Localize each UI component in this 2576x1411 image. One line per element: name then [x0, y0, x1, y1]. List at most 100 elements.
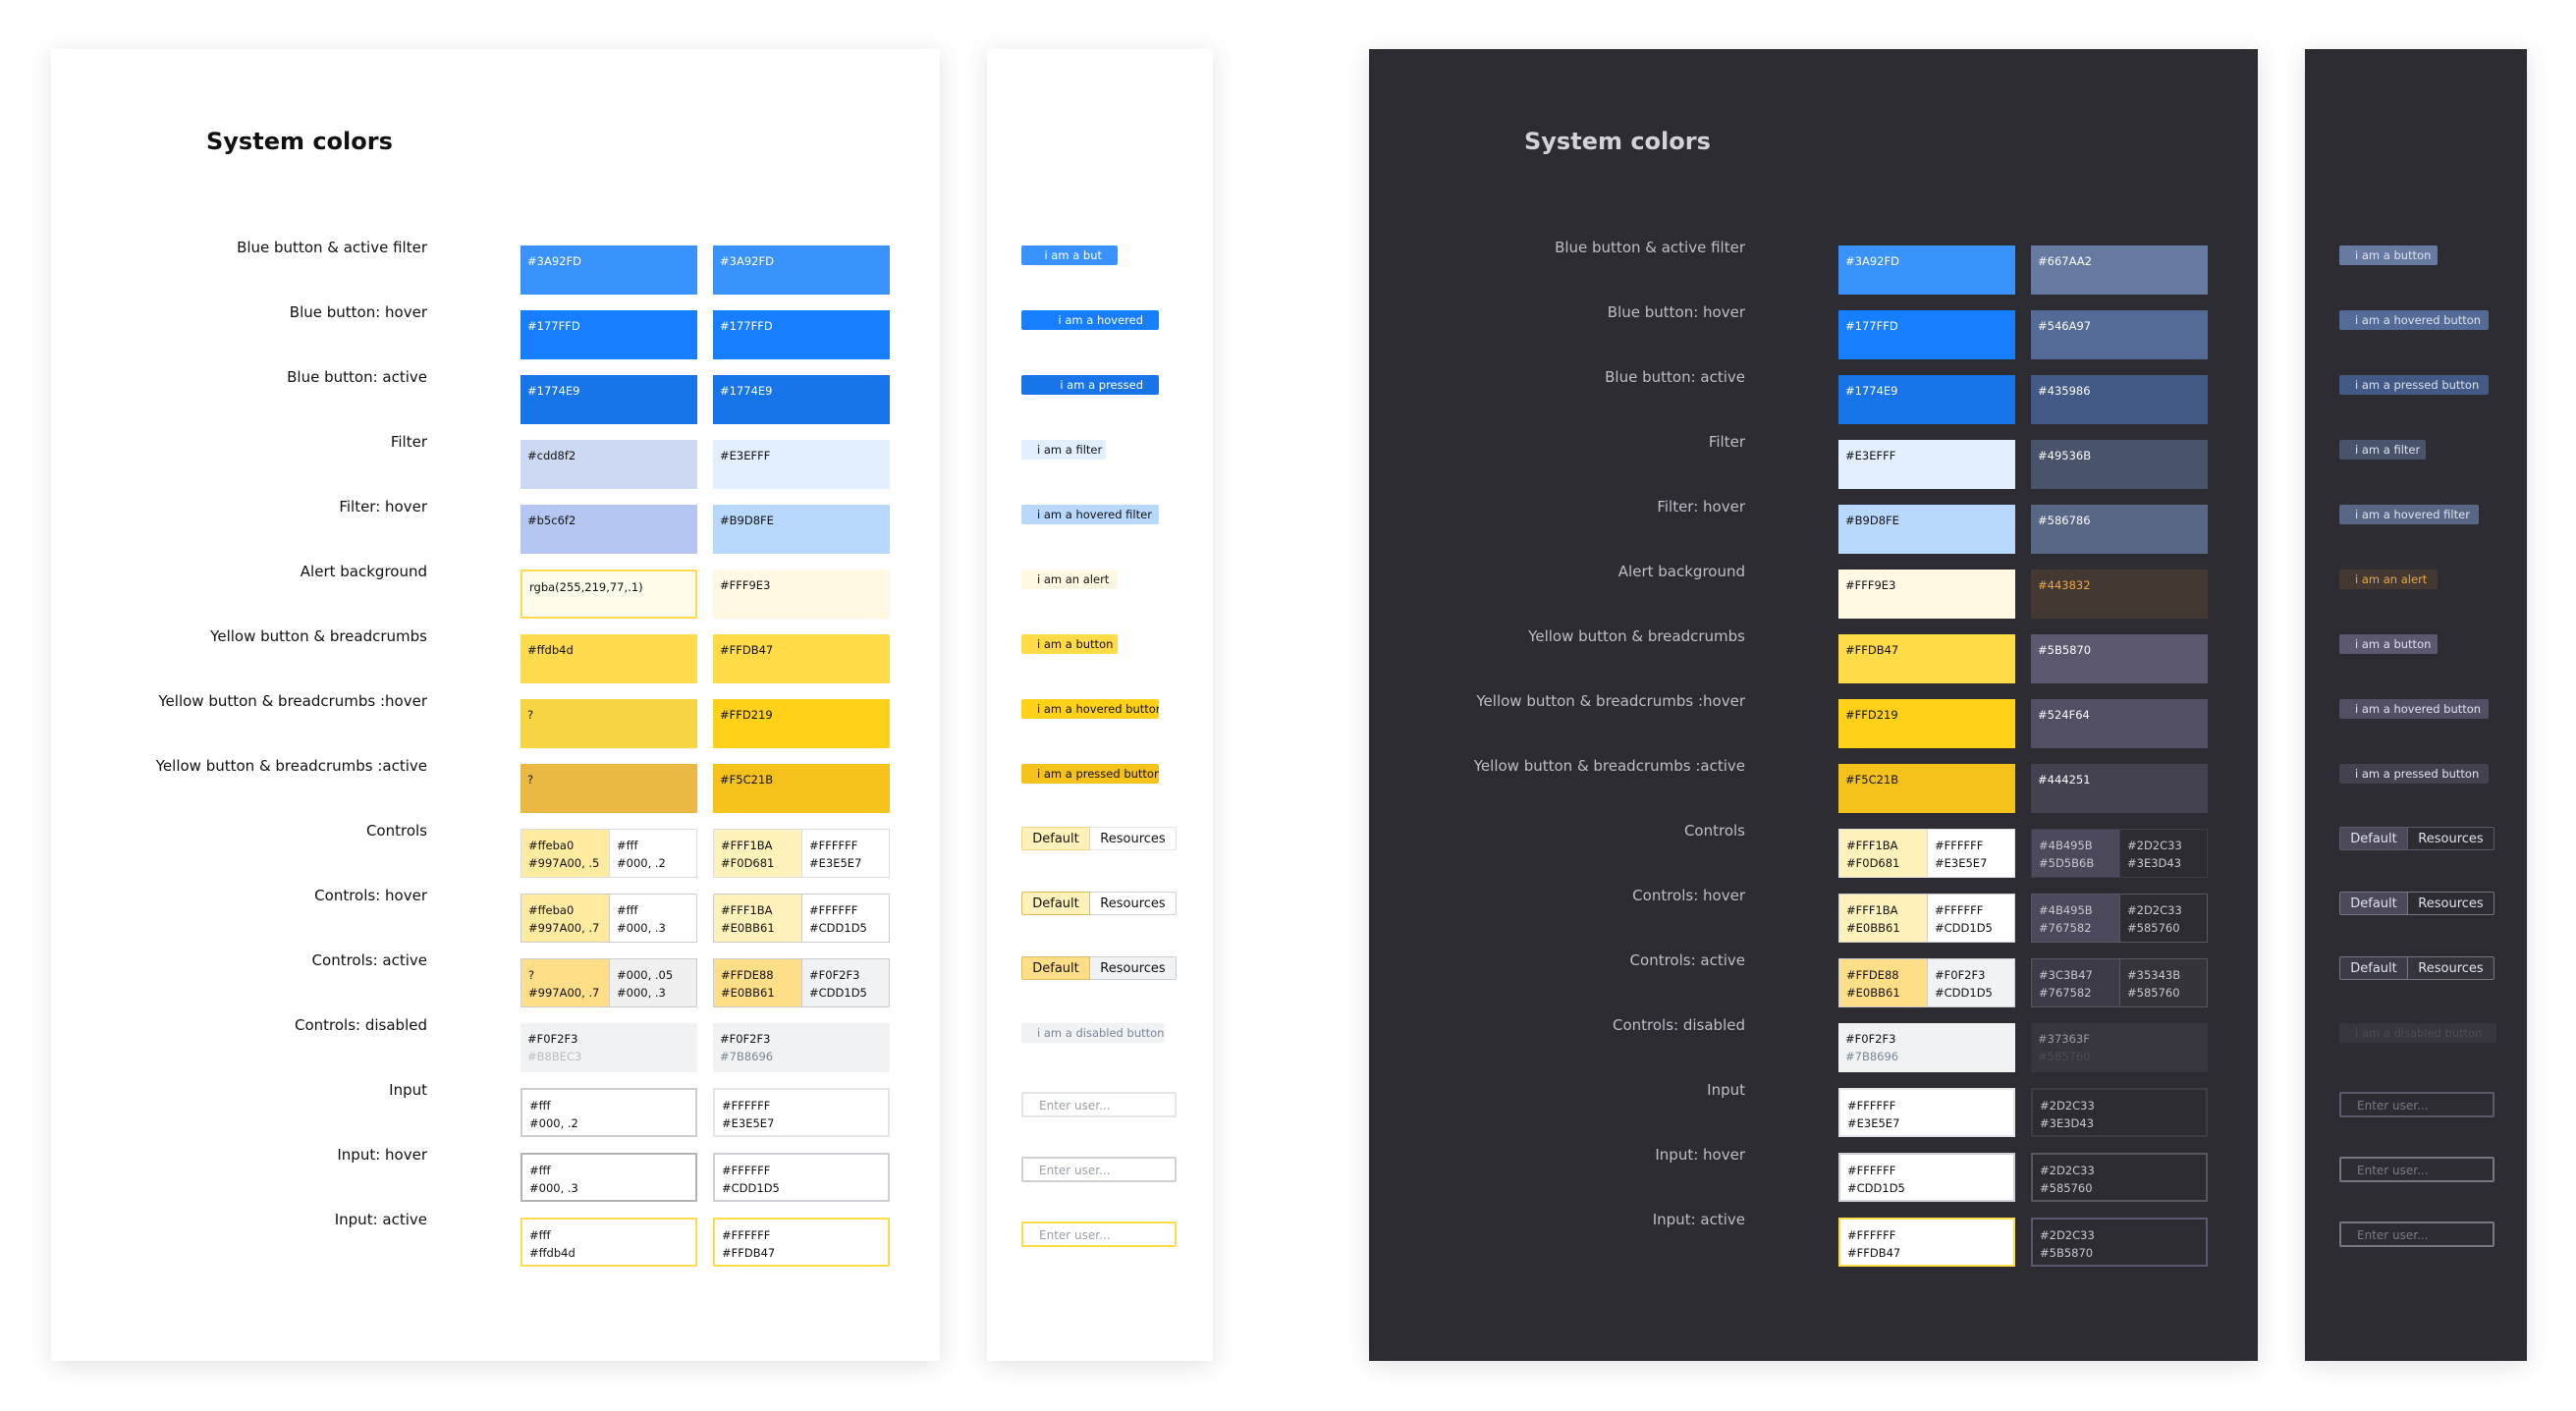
sample-button[interactable]: i am a hovered button: [2339, 310, 2489, 330]
sample-button[interactable]: i am a hovered button: [2339, 699, 2489, 719]
color-swatch: #B9D8FE: [1838, 505, 2015, 554]
swatch-code: ?: [528, 968, 535, 982]
swatch-code: #E3E5E7: [809, 856, 862, 870]
sample-button[interactable]: i am a pressed button: [2339, 764, 2489, 784]
dark-components-panel: i am a button i am a hovered button i am a…: [2305, 49, 2527, 1361]
swatch-code: #FFFFFF: [1847, 1164, 1896, 1177]
sample-button[interactable]: i am a hovered filter: [1021, 505, 1159, 524]
swatch-code: #E0BB61: [721, 921, 775, 935]
swatch-code: #fff: [617, 903, 638, 917]
swatch-part: #443832: [2031, 570, 2208, 619]
color-swatch: #49536B: [2031, 440, 2208, 489]
swatch-code: #FFFFFF: [809, 903, 858, 917]
sample-button[interactable]: i am a pressed: [1021, 375, 1159, 395]
sample-button[interactable]: i am a button: [2339, 634, 2438, 654]
sample-button[interactable]: i am a filter: [1021, 440, 1106, 460]
swatch-part: #fff #000, .3: [522, 1155, 695, 1200]
swatch-code: #000, .3: [617, 921, 666, 935]
row-label: Blue button & active filter: [1555, 239, 1745, 256]
sample-button[interactable]: i am a hovered: [1021, 310, 1159, 330]
user-input[interactable]: Enter user...: [2339, 1157, 2494, 1182]
row-label: Filter: hover: [339, 498, 427, 516]
swatch-code: #767582: [2039, 921, 2092, 935]
user-input[interactable]: Enter user...: [1021, 1157, 1177, 1182]
user-input[interactable]: Enter user...: [2339, 1221, 2494, 1247]
tab-segmented-control: Default Resources: [2339, 892, 2494, 915]
swatch-code: #FFFFFF: [722, 1228, 771, 1242]
row-label: Yellow button & breadcrumbs: [1528, 627, 1745, 645]
user-input[interactable]: Enter user...: [1021, 1221, 1177, 1247]
swatch-code: #FFFFFF: [722, 1164, 771, 1177]
tab-segmented-control: Default Resources: [1021, 956, 1177, 980]
color-swatch: #546A97: [2031, 310, 2208, 359]
disabled-button: i am a disabled button: [2339, 1023, 2496, 1043]
tab-default[interactable]: Default: [2339, 892, 2408, 915]
sample-button[interactable]: i am an alert: [2339, 570, 2438, 589]
tab-resources[interactable]: Resources: [1090, 827, 1177, 850]
swatch-part: #FFFFFF #FFDB47: [715, 1220, 888, 1265]
swatch-part: #B9D8FE: [713, 505, 890, 554]
color-swatch: #3A92FD: [713, 245, 890, 295]
swatch-code: #ffeba0: [528, 903, 575, 917]
user-input[interactable]: Enter user...: [1021, 1092, 1177, 1117]
swatch-code: #F0F2F3: [809, 968, 860, 982]
tab-resources[interactable]: Resources: [2408, 892, 2494, 915]
tab-resources[interactable]: Resources: [1090, 956, 1177, 980]
swatch-part: #FFFFFF #E3E5E7: [715, 1090, 888, 1135]
sample-button[interactable]: i am a but: [1021, 245, 1118, 265]
sample-button[interactable]: i am an alert: [1021, 570, 1118, 589]
tab-resources[interactable]: Resources: [2408, 956, 2494, 980]
row-label: Input: hover: [337, 1146, 427, 1164]
sample-button[interactable]: i am a button: [1021, 634, 1118, 654]
row-label: Filter: [390, 433, 427, 451]
row-label: Yellow button & breadcrumbs :active: [155, 757, 427, 775]
swatch-part: #524F64: [2031, 699, 2208, 748]
color-swatch: #cdd8f2: [521, 440, 697, 489]
swatch-part: #FFDE88 #E0BB61: [714, 959, 801, 1006]
swatch-code: #443832: [2038, 578, 2091, 592]
row-label: Input: [389, 1081, 427, 1099]
swatch-code: #fff: [529, 1228, 551, 1242]
sample-button[interactable]: i am a filter: [2339, 440, 2426, 460]
swatch-code: #FFFFFF: [722, 1099, 771, 1113]
swatch-code: #5B5870: [2038, 643, 2092, 657]
sample-button[interactable]: i am a hovered button: [1021, 699, 1159, 719]
sample-button[interactable]: i am a button: [2339, 245, 2438, 265]
sample-button[interactable]: i am a pressed button: [2339, 375, 2489, 395]
swatch-code: #CDD1D5: [809, 986, 867, 1000]
tab-resources[interactable]: Resources: [1090, 892, 1177, 915]
row-label: Blue button: active: [287, 368, 427, 386]
color-swatch: #3A92FD: [521, 245, 697, 295]
color-swatch: #FFF9E3: [1838, 570, 2015, 619]
swatch-code: #ffdb4d: [529, 1246, 575, 1260]
tab-segmented-control: Default Resources: [1021, 827, 1177, 850]
color-swatch: #524F64: [2031, 699, 2208, 748]
color-swatch: #4B495B #5D5B6B #2D2C33 #3E3D43: [2031, 829, 2208, 878]
sample-button[interactable]: i am a hovered filter: [2339, 505, 2479, 524]
swatch-part: #FFF1BA #E0BB61: [714, 895, 801, 942]
sample-button[interactable]: i am a pressed button: [1021, 764, 1159, 784]
swatch-part: ? #997A00, .7: [521, 959, 609, 1006]
tab-default[interactable]: Default: [2339, 956, 2408, 980]
swatch-part: #1774E9: [1838, 375, 2015, 424]
swatch-code: #5B5870: [2040, 1246, 2094, 1260]
swatch-code: #ffdb4d: [527, 643, 574, 657]
tab-default[interactable]: Default: [2339, 827, 2408, 850]
tab-resources[interactable]: Resources: [2408, 827, 2494, 850]
swatch-part: #E3EFFF: [713, 440, 890, 489]
tab-default[interactable]: Default: [1021, 827, 1090, 850]
swatch-code: #CDD1D5: [1935, 921, 1993, 935]
swatch-part: #3A92FD: [1838, 245, 2015, 295]
row-label: Controls: disabled: [1613, 1016, 1745, 1034]
row-label: Yellow button & breadcrumbs :hover: [1476, 692, 1745, 710]
swatch-code: #3A92FD: [720, 254, 774, 268]
swatch-code: #585760: [2038, 1050, 2091, 1063]
color-swatch: #177FFD: [521, 310, 697, 359]
color-swatch: #177FFD: [713, 310, 890, 359]
swatch-part: #2D2C33 #3E3D43: [2119, 830, 2207, 877]
user-input[interactable]: Enter user...: [2339, 1092, 2494, 1117]
swatch-code: #2D2C33: [2040, 1099, 2095, 1113]
tab-default[interactable]: Default: [1021, 892, 1090, 915]
tab-default[interactable]: Default: [1021, 956, 1090, 980]
swatch-code: #cdd8f2: [527, 449, 576, 462]
